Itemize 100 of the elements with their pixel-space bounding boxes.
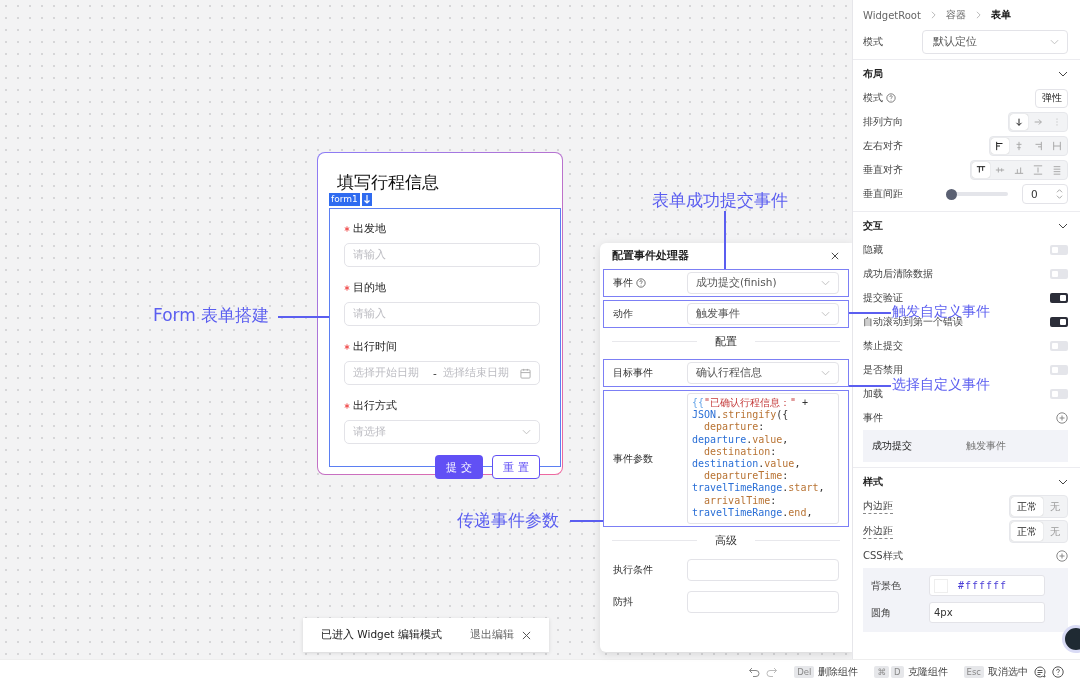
leader-line	[278, 316, 329, 318]
reset-button[interactable]: 重 置	[492, 455, 540, 479]
field-label: 成功后清除数据	[863, 267, 933, 281]
dialog-title: 配置事件处理器	[612, 249, 689, 263]
select-field[interactable]: 默认定位	[922, 30, 1068, 54]
annotation-label: 传递事件参数	[457, 509, 559, 531]
leader-line	[849, 385, 891, 387]
slider-thumb[interactable]	[946, 188, 957, 200]
annotation-label: 触发自定义事件	[892, 304, 990, 319]
section-divider-label: 高级	[715, 533, 737, 548]
leader-line	[724, 211, 726, 269]
help-icon[interactable]	[1052, 666, 1064, 678]
field-label: 目标事件	[613, 366, 653, 380]
code-editor[interactable]: {{"已确认行程信息：" + JSON.stringify({ departure: departure.value, destination: destination.value, departureTime: travelTimeRange.start, arrivalTime: travelTimeRange.end,	[687, 393, 839, 524]
select-field[interactable]: 触发事件	[687, 303, 839, 325]
field-label: 出行时间	[353, 339, 397, 355]
section-title: 布局	[863, 67, 883, 81]
field-label: 垂直间距	[863, 187, 903, 201]
chevron-down-icon	[522, 429, 531, 435]
chevron-down-icon	[821, 280, 830, 286]
number-field[interactable]: 0	[1022, 184, 1068, 204]
key-cap: D	[890, 666, 904, 678]
shortcut-label: 取消选中	[988, 665, 1028, 679]
code-line: departureTime:	[703, 470, 790, 483]
undo-icon[interactable]	[748, 666, 761, 678]
input-field[interactable]	[687, 591, 839, 613]
section-title: 样式	[863, 475, 883, 489]
code-line: travelTimeRange.start,	[692, 482, 826, 495]
segment-option[interactable]	[991, 138, 1009, 154]
toggle-switch[interactable]	[1050, 269, 1068, 279]
select-field[interactable]: 确认行程信息	[687, 362, 839, 384]
calendar-icon	[520, 367, 531, 379]
field-label: 排列方向	[863, 115, 903, 129]
breadcrumb-item[interactable]: 表单	[990, 8, 1011, 22]
field-label: 禁止提交	[863, 339, 903, 353]
annotation-label: 表单成功提交事件	[652, 189, 788, 211]
layout-mode-button[interactable]: 弹性	[1035, 88, 1068, 108]
close-icon[interactable]	[522, 630, 531, 640]
segment-option[interactable]	[972, 162, 990, 178]
stepper-icon[interactable]	[1056, 188, 1063, 200]
segment-option[interactable]: 正常	[1011, 522, 1043, 541]
field-label: 提交验证	[863, 291, 903, 305]
chevron-icon[interactable]	[1058, 479, 1068, 485]
component-tag[interactable]: form1	[329, 193, 360, 206]
code-line: {{"已确认行程信息：" +	[692, 397, 810, 410]
field-label: 模式	[863, 91, 883, 105]
toggle-switch[interactable]	[1050, 389, 1068, 399]
redo-icon[interactable]	[766, 666, 779, 678]
toggle-switch[interactable]	[1050, 341, 1068, 351]
field-label: 隐藏	[863, 243, 883, 257]
breadcrumb-item[interactable]: 容器	[945, 8, 966, 22]
chevron-right-icon	[930, 11, 936, 19]
section-title: 交互	[863, 219, 883, 233]
code-line: arrivalTime:	[703, 494, 778, 507]
field-label: 事件	[613, 276, 633, 290]
field-label: 是否禁用	[863, 363, 903, 377]
exit-edit-link[interactable]: 退出编辑	[470, 628, 514, 642]
field-label: 加载	[863, 387, 883, 401]
select-field[interactable]: 成功提交(finish)	[687, 272, 839, 294]
event-handler-item[interactable]: 成功提交 触发事件	[863, 430, 1068, 462]
code-line: destination:	[703, 445, 778, 458]
input-field[interactable]	[687, 559, 839, 581]
annotation-label: 选择自定义事件	[892, 377, 990, 392]
add-icon[interactable]	[1056, 550, 1068, 562]
toggle-switch[interactable]	[1050, 293, 1068, 303]
leader-line	[849, 312, 891, 314]
chevron-icon[interactable]	[1058, 71, 1068, 77]
field-label: 左右对齐	[863, 139, 903, 153]
field-label: 垂直对齐	[863, 163, 903, 177]
toggle-switch[interactable]	[1050, 245, 1068, 255]
arrow-down-icon[interactable]	[361, 193, 372, 206]
code-line: departure.value,	[692, 433, 790, 446]
toggle-switch[interactable]	[1050, 365, 1068, 375]
shortcut-label: 克隆组件	[907, 665, 948, 679]
field-label: CSS样式	[863, 549, 903, 563]
breadcrumb-item[interactable]: WidgetRoot	[863, 9, 921, 21]
section-divider-label: 配置	[715, 334, 737, 349]
field-label: 内边距	[863, 499, 893, 514]
key-cap: Del	[794, 666, 815, 678]
field-label: 背景色	[871, 578, 902, 593]
field-label: 模式	[863, 35, 883, 49]
chevron-icon[interactable]	[1058, 223, 1068, 229]
chat-icon[interactable]	[1034, 666, 1046, 678]
segment-option[interactable]: 正常	[1011, 497, 1043, 516]
close-icon[interactable]	[831, 252, 839, 260]
date-range-field[interactable]: 选择开始日期 - 选择结束日期	[344, 361, 540, 385]
leader-line	[570, 520, 603, 522]
input-field[interactable]: 4px	[929, 602, 1045, 623]
toggle-switch[interactable]	[1050, 317, 1068, 327]
field-label: 目的地	[353, 280, 386, 296]
code-line: departure:	[703, 421, 766, 434]
add-icon[interactable]	[1056, 412, 1068, 424]
field-label: 执行条件	[613, 563, 653, 577]
field-label: 事件参数	[613, 451, 653, 466]
chevron-down-icon	[1050, 39, 1059, 45]
field-label: 出行方式	[353, 398, 397, 414]
color-field[interactable]: #ffffff	[929, 575, 1045, 596]
submit-button[interactable]: 提 交	[435, 455, 483, 479]
slider[interactable]	[948, 188, 1008, 200]
key-cap: Esc	[963, 666, 984, 678]
